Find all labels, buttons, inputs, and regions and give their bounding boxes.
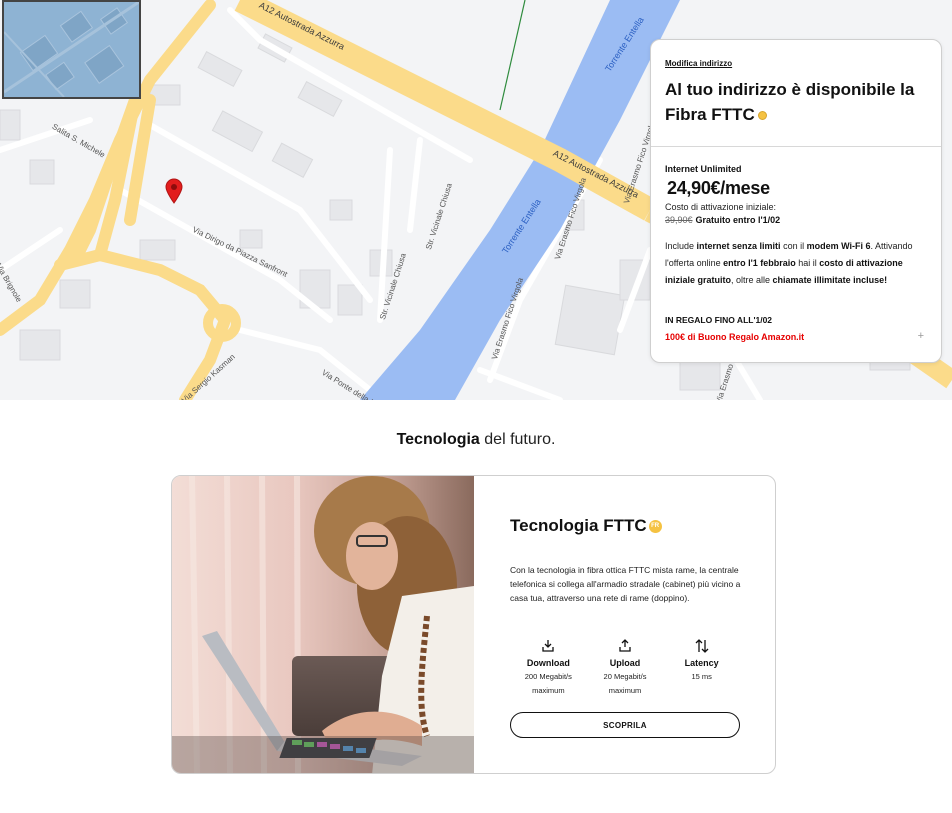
offer-description: Include internet senza limiti con il mod… xyxy=(665,238,933,289)
fr-badge-icon: FR xyxy=(648,520,662,533)
technology-specs: Download 200 Megabit/s maximum Upload 20 … xyxy=(510,636,740,698)
technology-card: Tecnologia FTTC FR Con la tecnologia in f… xyxy=(171,475,776,774)
offer-card: Modifica indirizzo Al tuo indirizzo è di… xyxy=(650,39,942,363)
spec-value-line: 15 ms xyxy=(691,672,712,681)
desc-bold: entro l'1 febbraio xyxy=(723,258,796,268)
plan-name: Internet Unlimited xyxy=(665,164,742,174)
technology-title-text: Tecnologia FTTC xyxy=(510,516,647,535)
activation-label: Costo di attivazione iniziale: xyxy=(665,202,777,212)
desc-text: con il xyxy=(780,241,807,251)
discover-button[interactable]: SCOPRILA xyxy=(510,712,740,738)
gift-title: IN REGALO FINO ALL'1/02 xyxy=(665,315,773,325)
desc-text: Include xyxy=(665,241,697,251)
map[interactable]: A12 Autostrada Azzurra A12 Autostrada Az… xyxy=(0,0,952,400)
spec-value-line: 20 Megabit/s xyxy=(603,672,647,681)
fiber-dot-icon xyxy=(757,111,767,121)
woman-laptop-photo xyxy=(172,476,474,773)
satellite-thumbnail xyxy=(4,2,139,97)
technology-description: Con la tecnologia in fibra ottica FTTC m… xyxy=(510,565,741,603)
plan-price: 24,90€/mese xyxy=(667,178,770,198)
spec-upload: Upload 20 Megabit/s maximum xyxy=(587,636,664,698)
spec-name: Upload xyxy=(609,658,641,668)
section-title: Tecnologia del futuro. xyxy=(0,431,952,449)
spec-download: Download 200 Megabit/s maximum xyxy=(510,636,587,698)
spec-value-line: maximum xyxy=(608,686,642,695)
activation-old-price: 39,90€ xyxy=(665,215,693,225)
desc-text: , oltre alle xyxy=(731,275,773,285)
offer-headline-text: Al tuo indirizzo è disponibile la Fibra … xyxy=(665,80,915,124)
activation-cost: 39,90€ Gratuito entro l'1/02 xyxy=(665,215,780,225)
spec-value-line: maximum xyxy=(532,686,565,695)
satellite-minimap[interactable] xyxy=(2,0,141,99)
desc-bold: modem Wi-Fi 6 xyxy=(806,241,871,251)
technology-title: Tecnologia FTTC FR xyxy=(510,516,662,536)
spec-name: Latency xyxy=(684,658,719,668)
expand-plus-icon[interactable]: + xyxy=(918,330,924,342)
section-title-bold: Tecnologia xyxy=(396,431,480,448)
spec-value-line: 200 Megabit/s xyxy=(524,672,572,681)
latency-icon xyxy=(663,636,740,656)
section-title-rest: del futuro. xyxy=(479,431,556,448)
desc-text: hai il xyxy=(795,258,820,268)
download-icon xyxy=(510,636,587,656)
spec-value: 20 Megabit/s maximum xyxy=(587,670,664,698)
technology-body: Tecnologia FTTC FR Con la tecnologia in f… xyxy=(474,476,775,773)
spec-value: 200 Megabit/s maximum xyxy=(510,670,587,698)
activation-new-price: Gratuito entro l'1/02 xyxy=(695,215,781,225)
spec-name: Download xyxy=(526,658,570,668)
edit-address-link[interactable]: Modifica indirizzo xyxy=(665,59,732,68)
offer-divider xyxy=(651,146,941,147)
spec-value: 15 ms xyxy=(663,670,740,684)
location-pin-icon[interactable] xyxy=(164,178,184,204)
upload-icon xyxy=(587,636,664,656)
spec-latency: Latency 15 ms xyxy=(663,636,740,698)
desc-bold: internet senza limiti xyxy=(696,241,781,251)
gift-amazon: 100€ di Buono Regalo Amazon.it xyxy=(665,332,805,342)
desc-bold: chiamate illimitate incluse! xyxy=(772,275,888,285)
offer-headline: Al tuo indirizzo è disponibile la Fibra … xyxy=(665,77,935,127)
